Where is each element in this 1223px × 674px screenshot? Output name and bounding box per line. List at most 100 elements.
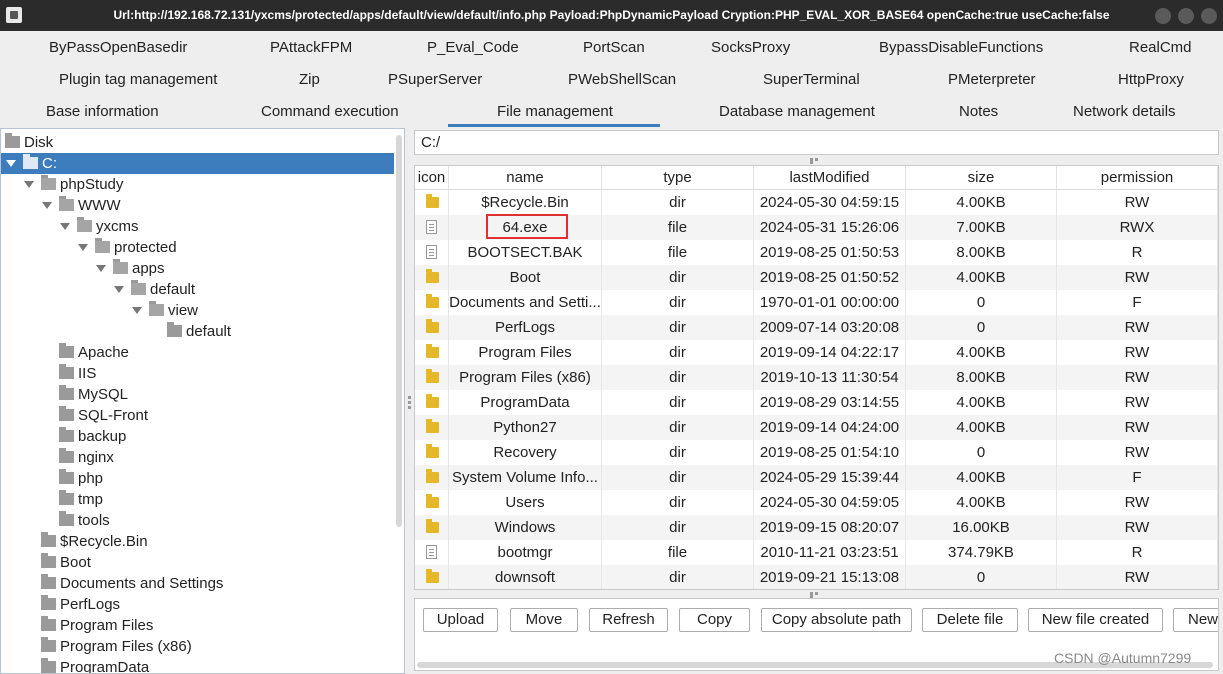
tree-node[interactable]: apps xyxy=(1,258,394,279)
tab-socks-proxy[interactable]: SocksProxy xyxy=(711,39,790,56)
tree-node[interactable]: Apache xyxy=(1,342,394,363)
tab-real-cmd[interactable]: RealCmd xyxy=(1129,39,1192,56)
tree-node[interactable]: Boot xyxy=(1,552,394,573)
tab-database-management[interactable]: Database management xyxy=(719,103,875,120)
tree-node[interactable]: tools xyxy=(1,510,394,531)
tree-node[interactable]: tmp xyxy=(1,489,394,510)
tab-zip[interactable]: Zip xyxy=(299,71,320,88)
column-header-permission[interactable]: permission xyxy=(1057,166,1218,190)
tree-node[interactable]: view xyxy=(1,300,394,321)
table-row[interactable]: Program Files dir 2019-09-14 04:22:17 4.00K… xyxy=(415,340,1218,365)
new-button[interactable]: New xyxy=(1173,608,1218,632)
row-icon-cell xyxy=(415,390,449,415)
column-header-size[interactable]: size xyxy=(906,166,1057,190)
tree-node[interactable]: default xyxy=(1,279,394,300)
delete-file-button[interactable]: Delete file xyxy=(922,608,1018,632)
cell-type: dir xyxy=(602,315,754,340)
panel-splitter-handle[interactable] xyxy=(408,396,411,410)
tree-node[interactable]: backup xyxy=(1,426,394,447)
tree-node[interactable]: IIS xyxy=(1,363,394,384)
table-row[interactable]: downsoft dir 2019-09-21 15:13:08 0 RW xyxy=(415,565,1218,589)
tab-pattack-fpm[interactable]: PAttackFPM xyxy=(270,39,352,56)
expand-arrow-icon[interactable] xyxy=(6,160,16,167)
column-header-last-modified[interactable]: lastModified xyxy=(754,166,906,190)
tab-file-management[interactable]: File management xyxy=(497,103,613,120)
cell-permission: RW xyxy=(1057,365,1218,390)
tab-plugin-tag-management[interactable]: Plugin tag management xyxy=(59,71,217,88)
tree-node[interactable]: protected xyxy=(1,237,394,258)
table-row[interactable]: $Recycle.Bin dir 2024-05-30 04:59:15 4.00KB… xyxy=(415,190,1218,215)
table-row[interactable]: Documents and Setti... dir 1970-01-01 00:0… xyxy=(415,290,1218,315)
tree-node[interactable]: WWW xyxy=(1,195,394,216)
upload-button[interactable]: Upload xyxy=(423,608,498,632)
tree-node[interactable]: $Recycle.Bin xyxy=(1,531,394,552)
expand-arrow-icon[interactable] xyxy=(78,244,88,251)
tree-node[interactable]: nginx xyxy=(1,447,394,468)
tree-node[interactable]: default xyxy=(1,321,394,342)
tab-base-information[interactable]: Base information xyxy=(46,103,159,120)
directory-tree[interactable]: Disk C: phpStudy WWW yxcms protected apps defau… xyxy=(0,128,405,674)
close-button[interactable] xyxy=(1201,8,1217,24)
tree-node[interactable]: Disk xyxy=(1,132,394,153)
column-header-name[interactable]: name xyxy=(449,166,602,190)
tree-node[interactable]: phpStudy xyxy=(1,174,394,195)
column-header-icon[interactable]: icon xyxy=(415,166,449,190)
tab-p-eval-code[interactable]: P_Eval_Code xyxy=(427,39,519,56)
tab-notes[interactable]: Notes xyxy=(959,103,998,120)
tab-psuper-server[interactable]: PSuperServer xyxy=(388,71,482,88)
table-row[interactable]: Boot dir 2019-08-25 01:50:52 4.00KB RW xyxy=(415,265,1218,290)
expand-arrow-icon[interactable] xyxy=(60,223,70,230)
tab-bypass-open-basedir[interactable]: ByPassOpenBasedir xyxy=(49,39,187,56)
resize-grip-icon[interactable] xyxy=(810,158,824,164)
tree-node[interactable]: Program Files xyxy=(1,615,394,636)
tab-pmeterpreter[interactable]: PMeterpreter xyxy=(948,71,1036,88)
table-row[interactable]: Windows dir 2019-09-15 08:20:07 16.00KB RW xyxy=(415,515,1218,540)
tree-node[interactable]: MySQL xyxy=(1,384,394,405)
tree-node[interactable]: ProgramData xyxy=(1,657,394,673)
table-row[interactable]: Users dir 2024-05-30 04:59:05 4.00KB RW xyxy=(415,490,1218,515)
table-row[interactable]: Recovery dir 2019-08-25 01:54:10 0 RW xyxy=(415,440,1218,465)
tab-http-proxy[interactable]: HttpProxy xyxy=(1118,71,1184,88)
tree-node[interactable]: C: xyxy=(1,153,394,174)
tree-scrollbar[interactable] xyxy=(396,135,402,527)
folder-icon xyxy=(95,238,110,253)
tree-node[interactable]: PerfLogs xyxy=(1,594,394,615)
tree-node[interactable]: php xyxy=(1,468,394,489)
copy-button[interactable]: Copy xyxy=(679,608,750,632)
expand-arrow-icon[interactable] xyxy=(96,265,106,272)
tab-command-execution[interactable]: Command execution xyxy=(261,103,399,120)
table-row[interactable]: 64.exe file 2024-05-31 15:26:06 7.00KB RWX xyxy=(415,215,1218,240)
expand-arrow-icon[interactable] xyxy=(42,202,52,209)
cell-size: 0 xyxy=(906,290,1057,315)
expand-arrow-icon[interactable] xyxy=(24,181,34,188)
table-row[interactable]: BOOTSECT.BAK file 2019-08-25 01:50:53 8.00K… xyxy=(415,240,1218,265)
minimize-button[interactable] xyxy=(1155,8,1171,24)
tree-node[interactable]: Documents and Settings xyxy=(1,573,394,594)
tab-bypass-disable-functions[interactable]: BypassDisableFunctions xyxy=(879,39,1043,56)
tree-node-label: nginx xyxy=(78,449,114,466)
tree-node[interactable]: yxcms xyxy=(1,216,394,237)
tab-port-scan[interactable]: PortScan xyxy=(583,39,645,56)
tab-super-terminal[interactable]: SuperTerminal xyxy=(763,71,860,88)
table-row[interactable]: Python27 dir 2019-09-14 04:24:00 4.00KB RW xyxy=(415,415,1218,440)
tree-node[interactable]: SQL-Front xyxy=(1,405,394,426)
expand-arrow-icon[interactable] xyxy=(114,286,124,293)
table-row[interactable]: bootmgr file 2010-11-21 03:23:51 374.79KB R xyxy=(415,540,1218,565)
resize-grip-icon[interactable] xyxy=(810,592,824,598)
new-file-created-button[interactable]: New file created xyxy=(1028,608,1163,632)
tab-network-details[interactable]: Network details xyxy=(1073,103,1176,120)
copy-absolute-path-button[interactable]: Copy absolute path xyxy=(761,608,912,632)
expand-arrow-icon[interactable] xyxy=(132,307,142,314)
table-row[interactable]: ProgramData dir 2019-08-29 03:14:55 4.00KB R… xyxy=(415,390,1218,415)
path-input[interactable]: C:/ xyxy=(414,130,1219,155)
table-row[interactable]: System Volume Info... dir 2024-05-29 15:39… xyxy=(415,465,1218,490)
table-row[interactable]: PerfLogs dir 2009-07-14 03:20:08 0 RW xyxy=(415,315,1218,340)
tab-pwebshell-scan[interactable]: PWebShellScan xyxy=(568,71,676,88)
maximize-button[interactable] xyxy=(1178,8,1194,24)
cell-name: Program Files xyxy=(449,340,602,365)
tree-node[interactable]: Program Files (x86) xyxy=(1,636,394,657)
move-button[interactable]: Move xyxy=(510,608,578,632)
table-row[interactable]: Program Files (x86) dir 2019-10-13 11:30:5… xyxy=(415,365,1218,390)
column-header-type[interactable]: type xyxy=(602,166,754,190)
refresh-button[interactable]: Refresh xyxy=(589,608,668,632)
